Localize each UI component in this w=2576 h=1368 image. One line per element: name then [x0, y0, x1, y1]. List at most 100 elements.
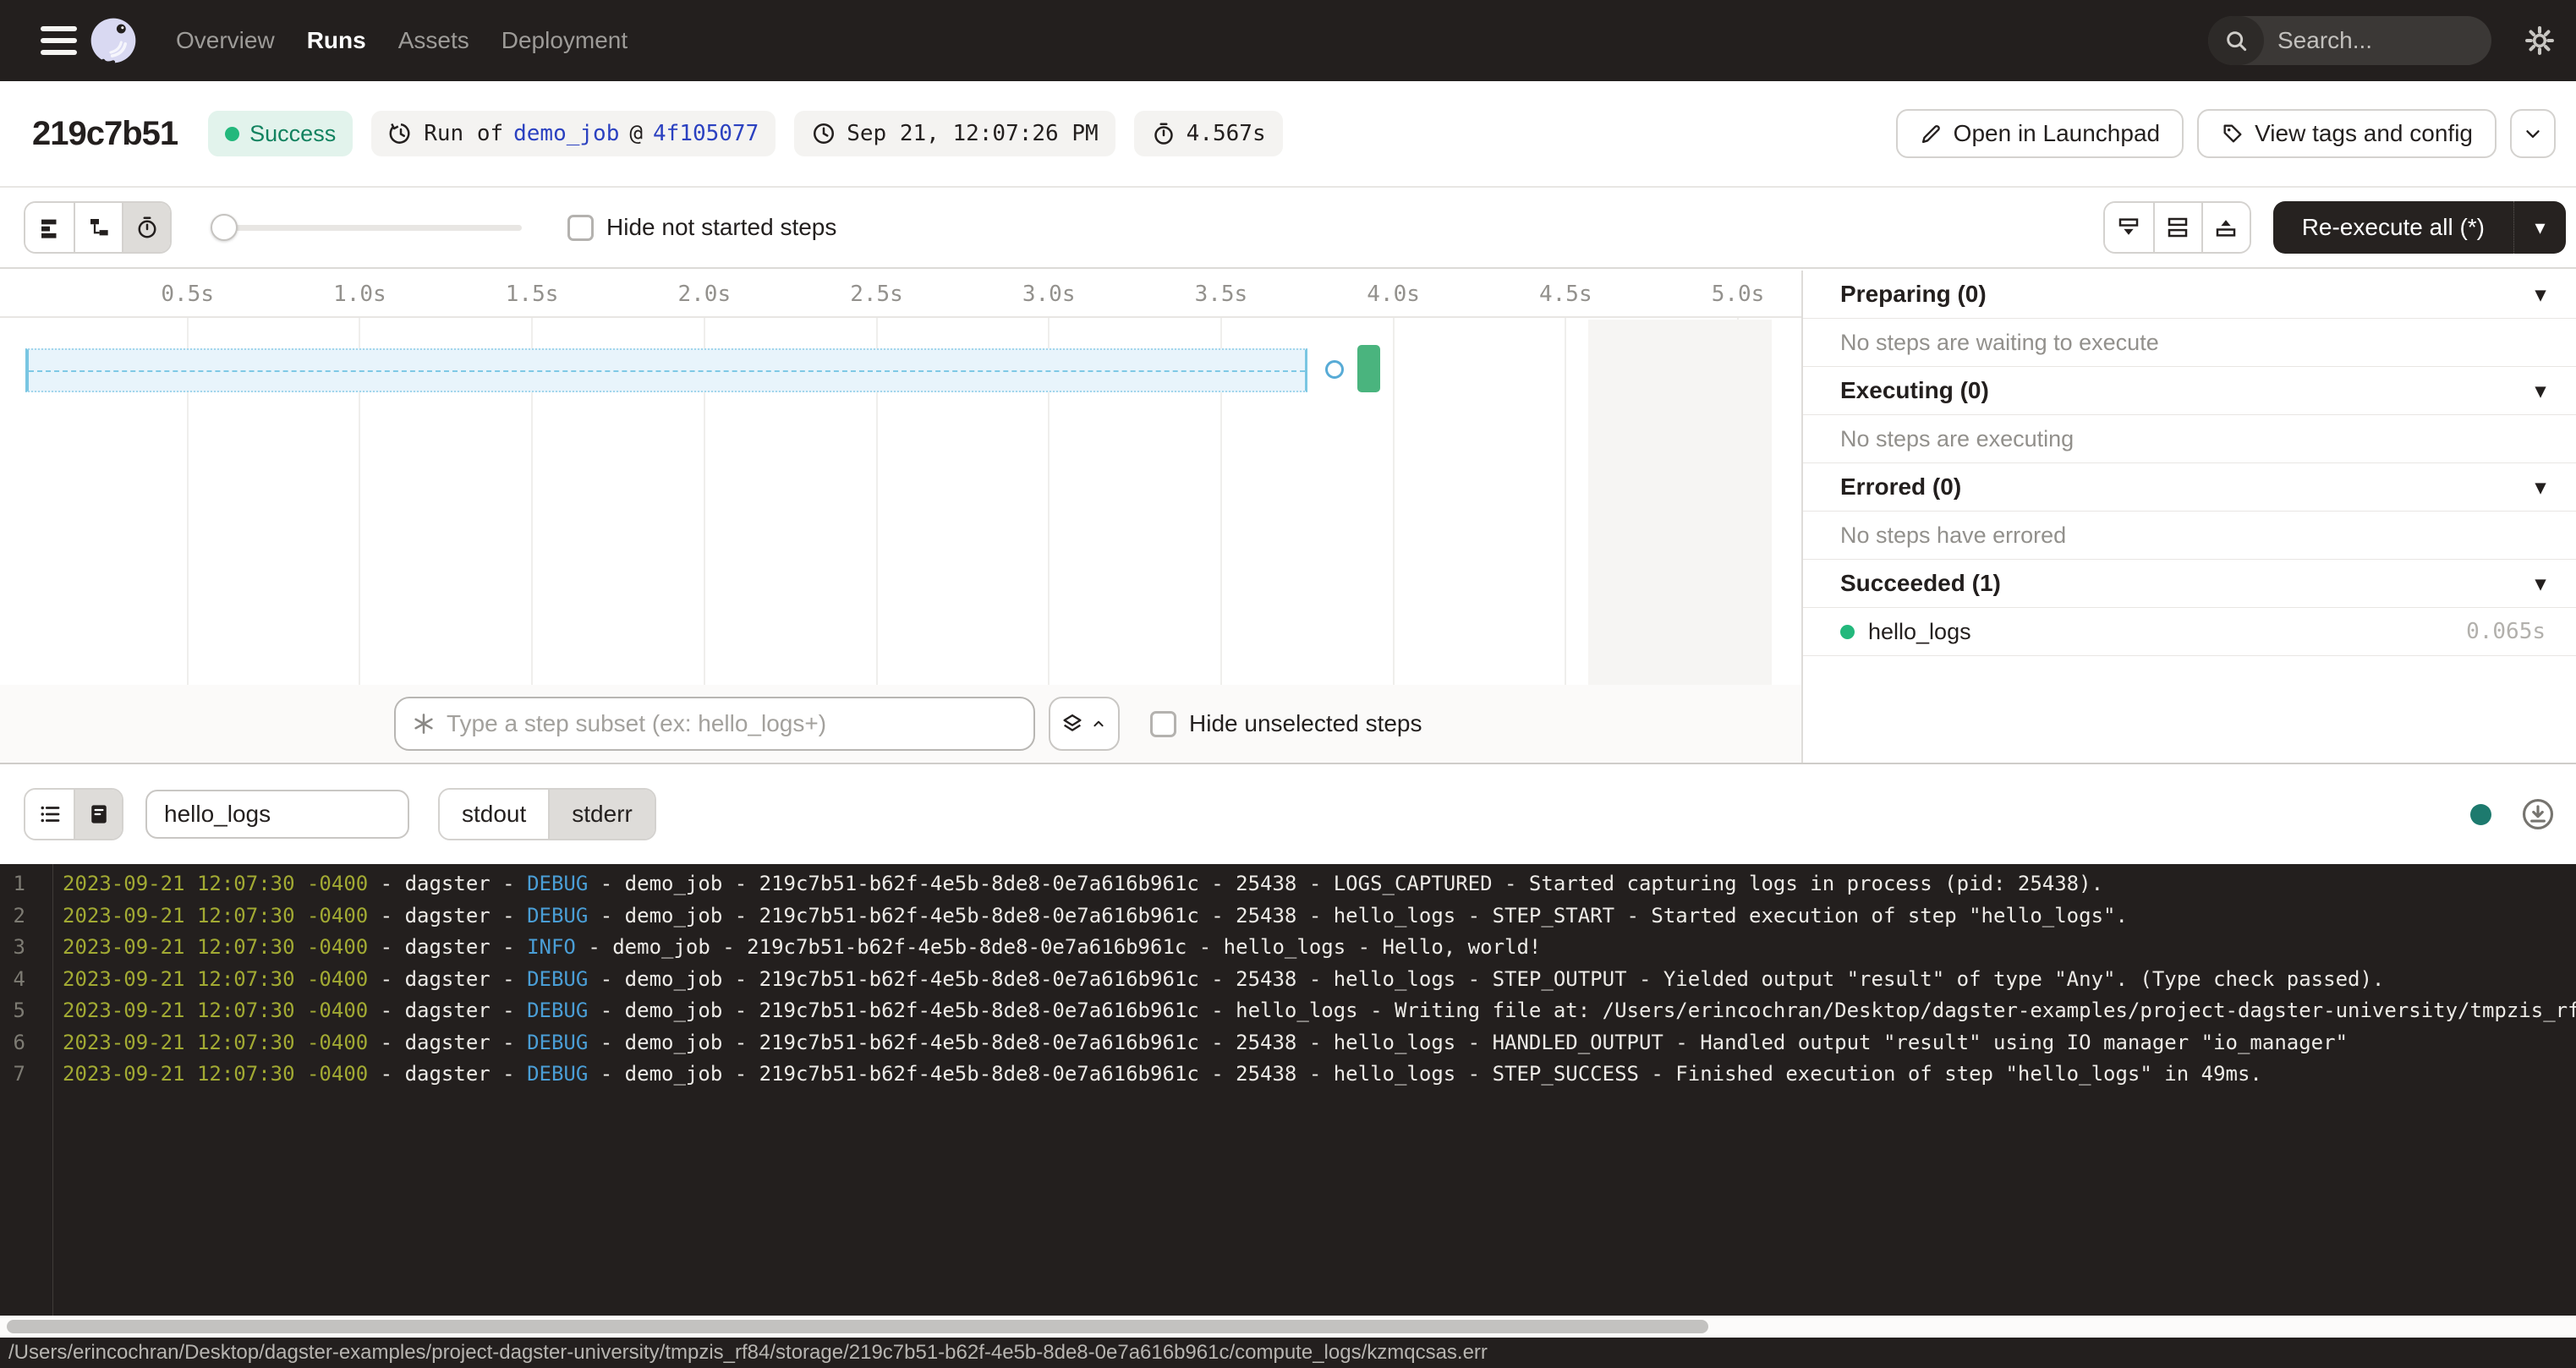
log-line: 62023-09-21 12:07:30 -0400 - dagster - D… — [0, 1027, 2576, 1059]
tab-stderr[interactable]: stderr — [548, 790, 655, 839]
log-message: - demo_job - 219c7b51-b62f-4e5b-8de8-0e7… — [588, 967, 2384, 991]
axis-tick-label: 3.0s — [1022, 282, 1076, 307]
clock-icon — [811, 121, 836, 146]
run-id-title: 219c7b51 — [32, 115, 178, 153]
scrollbar-thumb[interactable] — [7, 1320, 1708, 1333]
pane-size-controls — [2103, 201, 2251, 254]
graph-query-options-button[interactable] — [1049, 697, 1120, 751]
hide-not-started-label: Hide not started steps — [606, 214, 836, 241]
axis-tick-label: 4.5s — [1539, 282, 1592, 307]
timed-view-button[interactable] — [122, 203, 170, 252]
nav-item-assets[interactable]: Assets — [398, 27, 469, 54]
log-line-number: 7 — [0, 1059, 39, 1091]
hide-unselected-checkbox[interactable] — [1150, 711, 1176, 737]
axis-tick-label: 2.5s — [850, 282, 903, 307]
log-source: - dagster - — [368, 967, 527, 991]
step-subset-box — [394, 697, 1035, 751]
tab-stdout[interactable]: stdout — [440, 790, 548, 839]
log-line-number: 4 — [0, 964, 39, 996]
dagster-logo-icon[interactable] — [87, 14, 140, 67]
log-timestamp: 2023-09-21 12:07:30 -0400 — [63, 872, 368, 895]
reexecute-dropdown-caret[interactable]: ▾ — [2513, 201, 2566, 254]
expand-top-pane-button[interactable] — [2201, 203, 2250, 252]
hide-not-started-checkbox[interactable] — [567, 215, 594, 241]
step-row[interactable]: hello_logs0.065s — [1803, 608, 2576, 656]
log-level: DEBUG — [527, 872, 588, 895]
log-step-filter-input[interactable] — [145, 790, 409, 839]
gutter-divider — [52, 864, 53, 1316]
timestamp-tag: Sep 21, 12:07:26 PM — [794, 111, 1115, 156]
run-of-tag: Run of demo_job @ 4f105077 — [371, 111, 776, 156]
search-icon — [2208, 16, 2264, 65]
log-level: INFO — [527, 935, 576, 959]
status-badge: Success — [208, 111, 353, 156]
search-input[interactable] — [2264, 27, 2491, 54]
step-duration: 0.065s — [2466, 619, 2546, 644]
settings-gear-icon[interactable] — [2524, 25, 2556, 57]
slider-track — [212, 225, 522, 231]
log-line-number: 1 — [0, 868, 39, 900]
caret-up-icon — [1089, 714, 1108, 733]
gantt-zoom-slider[interactable] — [212, 214, 522, 241]
log-message: - demo_job - 219c7b51-b62f-4e5b-8de8-0e7… — [576, 935, 1542, 959]
code-version-link[interactable]: 4f105077 — [653, 121, 759, 146]
log-line-number: 2 — [0, 900, 39, 933]
axis-tick-label: 2.0s — [677, 282, 731, 307]
step-subset-input[interactable] — [447, 710, 1018, 737]
nav-item-overview[interactable]: Overview — [176, 27, 275, 54]
log-level: DEBUG — [527, 1031, 588, 1054]
log-message: - demo_job - 219c7b51-b62f-4e5b-8de8-0e7… — [588, 1031, 2348, 1054]
panel-section-title: Succeeded (1) — [1840, 570, 2001, 597]
job-link[interactable]: demo_job — [513, 121, 619, 146]
gantt-view-toggle — [24, 201, 172, 254]
structured-log-view-button[interactable] — [25, 790, 74, 839]
panel-section-header[interactable]: Executing (0)▾ — [1803, 367, 2576, 415]
horizontal-scrollbar — [0, 1316, 2576, 1338]
success-dot-icon — [225, 127, 239, 141]
flat-view-button[interactable] — [25, 203, 74, 252]
top-nav: Overview Runs Assets Deployment / — [0, 0, 2576, 81]
hamburger-menu-icon[interactable] — [41, 26, 77, 55]
log-file-statusbar: /Users/erincochran/Desktop/dagster-examp… — [0, 1338, 2576, 1368]
log-level: DEBUG — [527, 999, 588, 1022]
raw-log-view-button[interactable] — [74, 790, 122, 839]
flat-view-icon — [37, 215, 63, 240]
log-level: DEBUG — [527, 967, 588, 991]
open-in-launchpad-button[interactable]: Open in Launchpad — [1896, 109, 2184, 158]
chevron-down-icon — [2522, 123, 2544, 145]
nav-item-deployment[interactable]: Deployment — [501, 27, 628, 54]
download-logs-button[interactable] — [2520, 796, 2556, 832]
log-line: 52023-09-21 12:07:30 -0400 - dagster - D… — [0, 995, 2576, 1027]
gantt-toolbar: Hide not started steps — [0, 188, 2576, 269]
slider-knob[interactable] — [211, 214, 238, 241]
structured-list-icon — [37, 802, 63, 827]
nav-item-runs[interactable]: Runs — [307, 27, 366, 54]
section-chevron-icon: ▾ — [2535, 282, 2546, 307]
tag-icon — [2221, 122, 2244, 145]
panel-section-header[interactable]: Errored (0)▾ — [1803, 463, 2576, 512]
log-line: 22023-09-21 12:07:30 -0400 - dagster - D… — [0, 900, 2576, 933]
expand-bottom-pane-button[interactable] — [2105, 203, 2153, 252]
panel-section-header[interactable]: Succeeded (1)▾ — [1803, 560, 2576, 608]
reexecute-all-button[interactable]: Re-execute all (*) ▾ — [2273, 201, 2566, 254]
step-bar-hello-logs[interactable] — [1357, 345, 1380, 392]
panel-empty-text: No steps are waiting to execute — [1803, 319, 2576, 367]
view-tags-config-button[interactable]: View tags and config — [2197, 109, 2497, 158]
log-level: DEBUG — [527, 1062, 588, 1086]
global-search[interactable]: / — [2208, 16, 2491, 65]
panel-section-header[interactable]: Preparing (0) ▾ — [1803, 271, 2576, 319]
step-success-dot-icon — [1840, 625, 1855, 639]
split-panes-button[interactable] — [2153, 203, 2201, 252]
log-source: - dagster - — [368, 904, 527, 928]
pencil-icon — [1920, 122, 1943, 145]
history-icon — [388, 121, 414, 146]
stdout-stderr-tabs: stdoutstderr — [438, 788, 656, 840]
panel-section-title: Preparing (0) — [1840, 281, 1987, 308]
log-line: 12023-09-21 12:07:30 -0400 - dagster - D… — [0, 868, 2576, 900]
axis-tick-label: 1.0s — [333, 282, 386, 307]
log-timestamp: 2023-09-21 12:07:30 -0400 — [63, 935, 368, 959]
panel-empty-text: No steps are executing — [1803, 415, 2576, 463]
duration-tag: 4.567s — [1134, 111, 1283, 156]
run-actions-dropdown-button[interactable] — [2510, 109, 2556, 158]
waterfall-view-button[interactable] — [74, 203, 122, 252]
